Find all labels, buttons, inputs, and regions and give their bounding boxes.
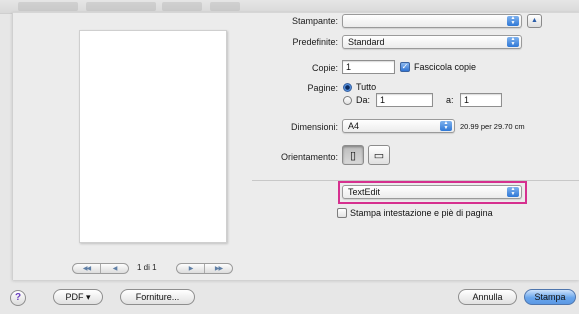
size-label: Dimensioni: [290,122,338,132]
pages-to-field[interactable]: 1 [460,93,502,107]
help-icon: ? [14,292,22,303]
presets-popup[interactable]: Standard ▲ ▼ [342,35,522,49]
pdf-menu-button[interactable]: PDF ▾ [53,289,103,305]
orientation-portrait-button[interactable]: ▯ [342,145,364,165]
pages-to-label: a: [446,95,454,105]
preview-forward-buttons[interactable]: ▶ ▶▶ [176,263,233,274]
popup-arrows-icon: ▲ ▼ [440,121,452,131]
preview-page-count: 1 di 1 [137,263,157,272]
popup-arrows-icon: ▲ ▼ [507,187,519,197]
print-button[interactable]: Stampa [524,289,576,305]
popup-arrows-icon: ▲ ▼ [507,37,519,47]
pages-all-label: Tutto [356,82,377,92]
size-popup[interactable]: A4 ▲ ▼ [342,119,455,133]
last-page-icon[interactable]: ▶▶ [204,264,232,273]
panel-popup[interactable]: TextEdit ▲ ▼ [342,185,522,199]
orientation-landscape-button[interactable]: ▭ [368,145,390,165]
portrait-person-icon: ▯ [349,149,357,162]
pages-range-label: Da: [356,95,371,105]
panel-popup-value: TextEdit [348,187,381,197]
supplies-button[interactable]: Forniture... [120,289,195,305]
cancel-button[interactable]: Annulla [458,289,517,305]
disclosure-button[interactable]: ▲ [527,14,542,28]
copies-field[interactable]: 1 [342,60,395,74]
popup-arrows-icon: ▲ ▼ [507,16,519,26]
copies-label: Copie: [311,63,338,73]
previous-page-icon[interactable]: ◀ [100,264,128,273]
presets-value: Standard [348,37,385,47]
page-preview [79,30,227,243]
next-page-icon[interactable]: ▶ [177,264,204,273]
checkmark-icon: ✓ [401,62,409,71]
size-dimensions: 20.99 per 29.70 cm [460,122,525,131]
landscape-person-icon: ▭ [373,149,385,162]
pages-from-field[interactable]: 1 [376,93,433,107]
first-page-icon[interactable]: ◀◀ [73,264,100,273]
triangle-up-icon: ▲ [531,17,538,24]
pages-all-radio[interactable] [343,83,352,92]
help-button[interactable]: ? [10,290,26,306]
orientation-label: Orientamento: [280,152,338,162]
header-footer-label: Stampa intestazione e piè di pagina [350,208,493,218]
printer-popup[interactable]: ▲ ▼ [342,14,522,28]
preview-back-buttons[interactable]: ◀◀ ◀ [72,263,129,274]
collate-checkbox[interactable]: ✓ [400,62,410,72]
printer-label: Stampante: [291,16,338,26]
header-footer-checkbox[interactable] [337,208,347,218]
pages-range-radio[interactable] [343,96,352,105]
size-value: A4 [348,121,360,131]
presets-label: Predefinite: [292,37,338,47]
collate-label: Fascicola copie [414,62,477,72]
pages-label: Pagine: [307,83,338,93]
